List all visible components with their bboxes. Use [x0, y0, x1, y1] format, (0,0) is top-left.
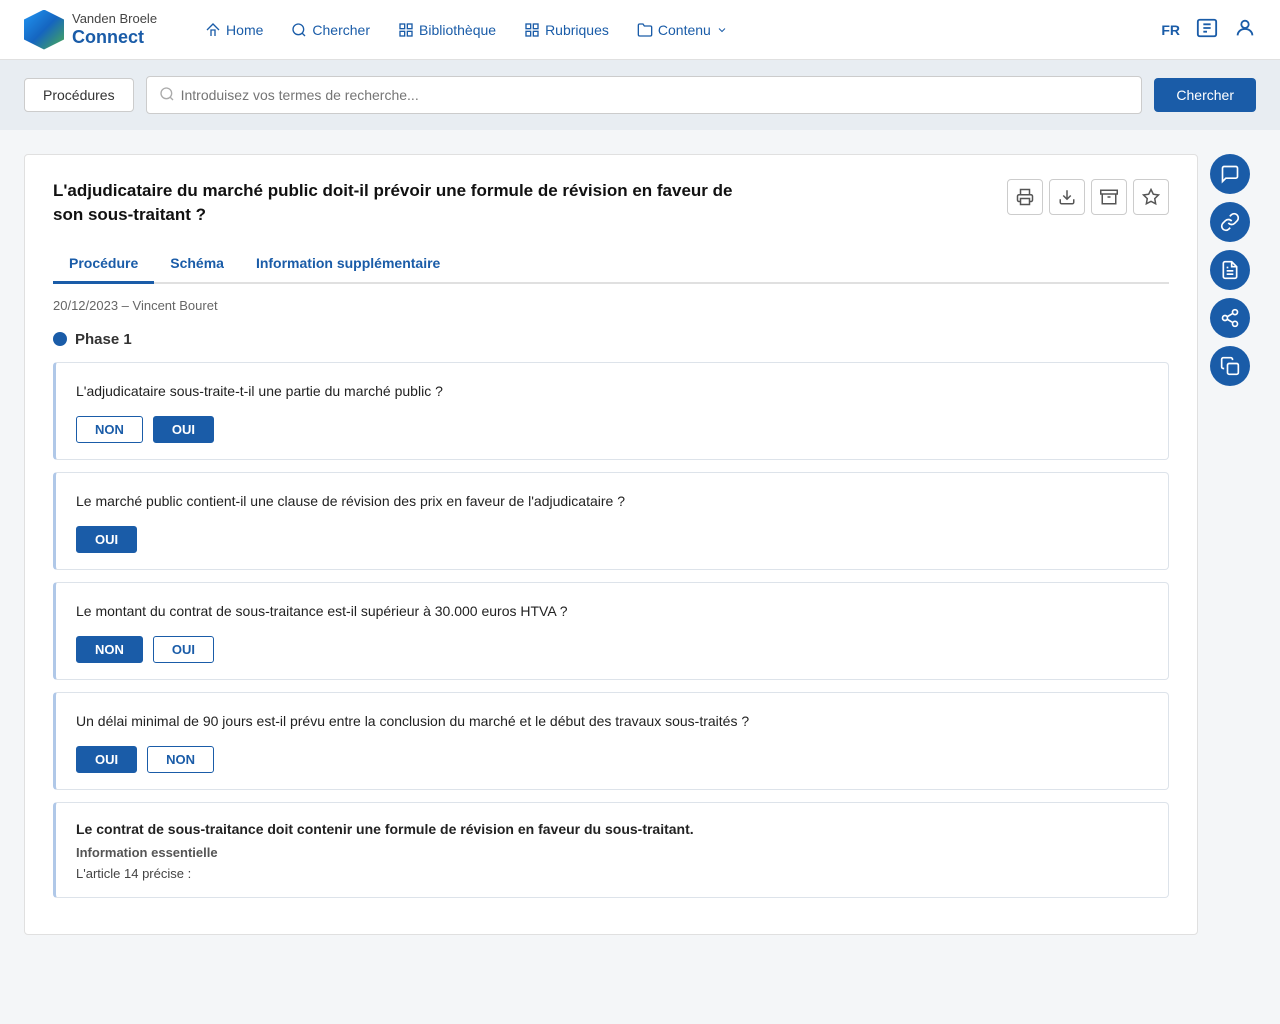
phase-text: Phase 1	[75, 331, 132, 348]
search-tag[interactable]: Procédures	[24, 78, 134, 112]
side-chain-button[interactable]	[1210, 298, 1250, 338]
tabs: Procédure Schéma Information supplémenta…	[53, 247, 1169, 284]
side-actions	[1210, 154, 1256, 935]
search-icon	[159, 86, 175, 105]
nav-library[interactable]: Bibliothèque	[398, 22, 496, 38]
btn-group: OUI NON	[76, 746, 1148, 773]
navbar: Vanden Broele Connect Home Chercher Bibl…	[0, 0, 1280, 60]
nav-contenu[interactable]: Contenu	[637, 22, 728, 38]
nav-rubriques[interactable]: Rubriques	[524, 22, 609, 38]
tab-info-sup[interactable]: Information supplémentaire	[240, 247, 456, 284]
article-header: L'adjudicataire du marché public doit-il…	[53, 179, 1169, 227]
question-text: Le marché public contient-il une clause …	[76, 491, 1148, 512]
phase-dot	[53, 332, 67, 346]
result-card: Le contrat de sous-traitance doit conten…	[53, 802, 1169, 898]
result-text: L'article 14 précise :	[76, 866, 1148, 881]
nav-search[interactable]: Chercher	[291, 22, 370, 38]
answer-non-2[interactable]: NON	[76, 636, 143, 663]
help-icon[interactable]	[1196, 17, 1218, 42]
side-document-button[interactable]	[1210, 250, 1250, 290]
date-author: 20/12/2023 – Vincent Bouret	[53, 298, 1169, 313]
star-button[interactable]	[1133, 179, 1169, 215]
answer-non-3[interactable]: NON	[147, 746, 214, 773]
archive-button[interactable]	[1091, 179, 1127, 215]
user-icon[interactable]	[1234, 17, 1256, 42]
logo-top: Vanden Broele	[72, 11, 157, 27]
main-layout: L'adjudicataire du marché public doit-il…	[0, 130, 1280, 959]
logo-icon	[24, 10, 64, 50]
download-button[interactable]	[1049, 179, 1085, 215]
tab-schema[interactable]: Schéma	[154, 247, 240, 284]
question-text: Un délai minimal de 90 jours est-il prév…	[76, 711, 1148, 732]
print-button[interactable]	[1007, 179, 1043, 215]
result-subtitle: Information essentielle	[76, 845, 1148, 860]
phase-label: Phase 1	[53, 331, 1169, 348]
btn-group: OUI	[76, 526, 1148, 553]
logo-bottom: Connect	[72, 27, 157, 49]
language-selector[interactable]: FR	[1161, 22, 1180, 38]
nav-home[interactable]: Home	[205, 22, 263, 38]
article-actions	[1007, 179, 1169, 215]
search-input[interactable]	[181, 87, 1130, 103]
side-copy-button[interactable]	[1210, 346, 1250, 386]
search-bar: Procédures Chercher	[0, 60, 1280, 130]
article-title: L'adjudicataire du marché public doit-il…	[53, 179, 733, 227]
logo[interactable]: Vanden Broele Connect	[24, 10, 157, 50]
answer-oui-0[interactable]: OUI	[153, 416, 214, 443]
question-card: Le montant du contrat de sous-traitance …	[53, 582, 1169, 680]
question-card: L'adjudicataire sous-traite-t-il une par…	[53, 362, 1169, 460]
btn-group: NON OUI	[76, 636, 1148, 663]
search-button[interactable]: Chercher	[1154, 78, 1256, 112]
side-link-button[interactable]	[1210, 202, 1250, 242]
question-text: L'adjudicataire sous-traite-t-il une par…	[76, 381, 1148, 402]
question-card: Le marché public contient-il une clause …	[53, 472, 1169, 570]
answer-oui-3[interactable]: OUI	[76, 746, 137, 773]
result-title: Le contrat de sous-traitance doit conten…	[76, 821, 1148, 837]
side-comment-button[interactable]	[1210, 154, 1250, 194]
answer-non-0[interactable]: NON	[76, 416, 143, 443]
search-input-wrap	[146, 76, 1143, 114]
question-card: Un délai minimal de 90 jours est-il prév…	[53, 692, 1169, 790]
answer-oui-2[interactable]: OUI	[153, 636, 214, 663]
tab-procedure[interactable]: Procédure	[53, 247, 154, 284]
answer-oui-1[interactable]: OUI	[76, 526, 137, 553]
content-area: L'adjudicataire du marché public doit-il…	[24, 154, 1198, 935]
btn-group: NON OUI	[76, 416, 1148, 443]
question-text: Le montant du contrat de sous-traitance …	[76, 601, 1148, 622]
